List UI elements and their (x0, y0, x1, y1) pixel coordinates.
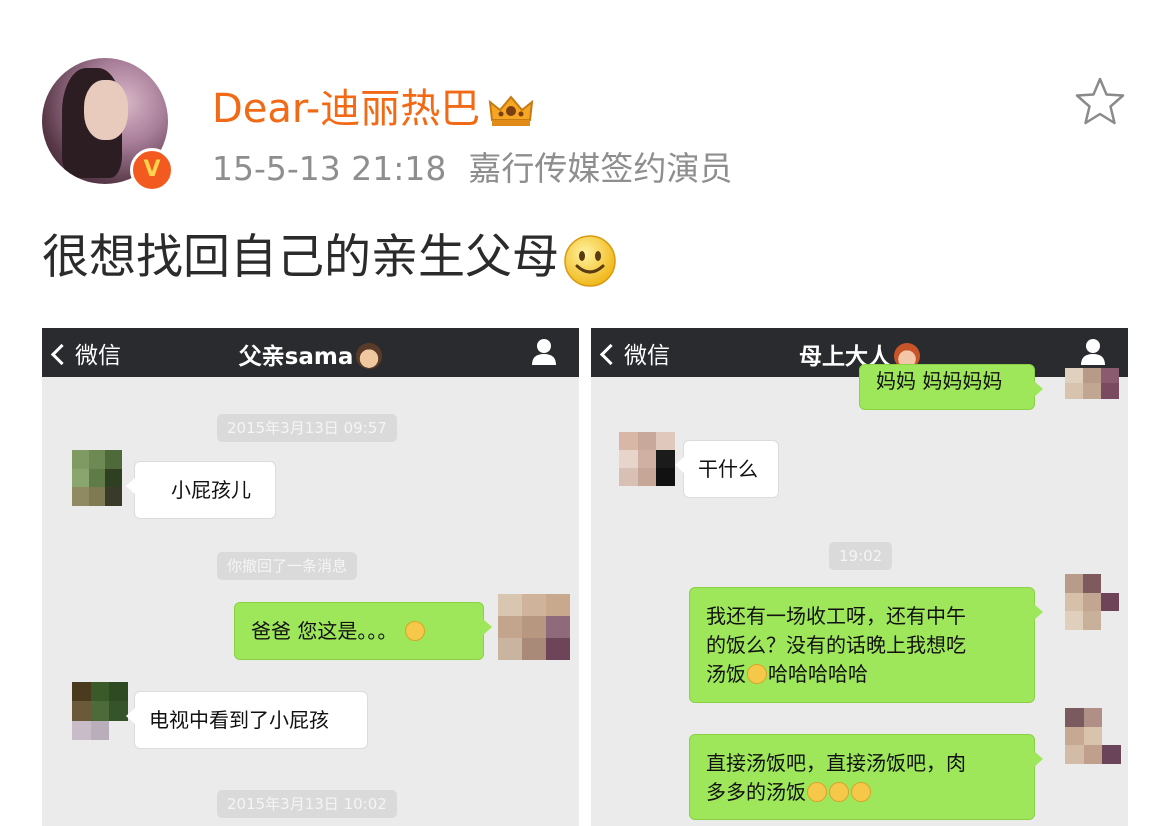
verified-badge-icon: V (130, 148, 174, 192)
message-text: 爸爸 您这是。。。 (251, 619, 398, 643)
message-bubble-outgoing: 爸爸 您这是。。。 (234, 602, 492, 660)
chat-timestamp: 19:02 (829, 542, 893, 570)
man-face-icon (356, 342, 383, 369)
message-line: 直接汤饭吧，直接汤饭吧，肉 (706, 751, 966, 775)
left-chat-screenshot: 微信 父亲sama 2015年3月13日 09:57 小屁孩儿 你撤回了一条消息… (42, 328, 579, 826)
message-bubble-outgoing: 妈妈 妈妈妈妈 (859, 364, 1043, 410)
post-text: 很想找回自己的亲生父母 (42, 218, 617, 288)
contact-avatar[interactable] (72, 682, 128, 740)
chat-title-text: 父亲sama (238, 344, 354, 370)
self-avatar[interactable] (1065, 708, 1121, 764)
person-icon[interactable] (531, 338, 557, 366)
contact-avatar[interactable] (619, 432, 675, 486)
message-line: 的饭么？没有的话晚上我想吃 (706, 633, 966, 657)
avatar-face (84, 80, 128, 140)
star-icon[interactable] (1074, 76, 1126, 126)
username-text[interactable]: Dear-迪丽热巴 (212, 86, 480, 132)
post-source: 嘉行传媒签约演员 (468, 149, 733, 188)
message-text: 汤饭 (706, 662, 746, 686)
message-line: 多多的汤饭 (706, 778, 1034, 807)
chat-timestamp: 2015年3月13日 10:02 (217, 790, 397, 818)
self-avatar[interactable] (1065, 574, 1119, 630)
message-text: 多多的汤饭 (706, 780, 806, 804)
chat-top-bar: 微信 父亲sama (42, 328, 579, 377)
message-line: 汤饭 哈哈哈哈哈 (706, 660, 1034, 689)
post-timestamp: 15-5-13 21:18 (212, 149, 447, 188)
message-bubble-incoming: 干什么 (675, 440, 779, 498)
self-avatar[interactable] (1065, 368, 1119, 414)
grin-face-icon (829, 781, 849, 802)
crown-icon (488, 95, 534, 126)
message-bubble-outgoing: 直接汤饭吧，直接汤饭吧，肉 多多的汤饭 (689, 734, 1043, 820)
person-icon[interactable] (1080, 338, 1106, 366)
post-meta: 15-5-13 21:18 嘉行传媒签约演员 (212, 142, 732, 190)
post-body: 很想找回自己的亲生父母 (42, 230, 559, 285)
grin-face-icon (851, 781, 871, 802)
username[interactable]: Dear-迪丽热巴 (212, 76, 534, 134)
message-line: 我还有一场收工呀，还有中午 (706, 604, 966, 628)
flushed-face-icon (404, 620, 425, 641)
message-bubble-outgoing: 我还有一场收工呀，还有中午 的饭么？没有的话晚上我想吃 汤饭 哈哈哈哈哈 (689, 587, 1043, 703)
message-bubble-incoming: 电视中看到了小屁孩 (126, 691, 368, 749)
smiley-icon (564, 234, 616, 287)
message-text: 哈哈哈哈哈 (768, 662, 868, 686)
recall-notice: 你撤回了一条消息 (217, 552, 358, 580)
right-chat-screenshot: 微信 母上大人 妈妈 妈妈妈妈 干什么 19:02 我还有一场收工呀，还有中午 … (591, 328, 1128, 826)
heart-eyes-face-icon (747, 663, 767, 684)
grin-face-icon (807, 781, 827, 802)
message-bubble-incoming: 小屁孩儿 (126, 461, 276, 519)
self-avatar[interactable] (498, 594, 570, 660)
contact-avatar[interactable] (72, 450, 122, 506)
chat-title: 父亲sama (42, 337, 579, 371)
chat-timestamp: 2015年3月13日 09:57 (217, 414, 397, 442)
